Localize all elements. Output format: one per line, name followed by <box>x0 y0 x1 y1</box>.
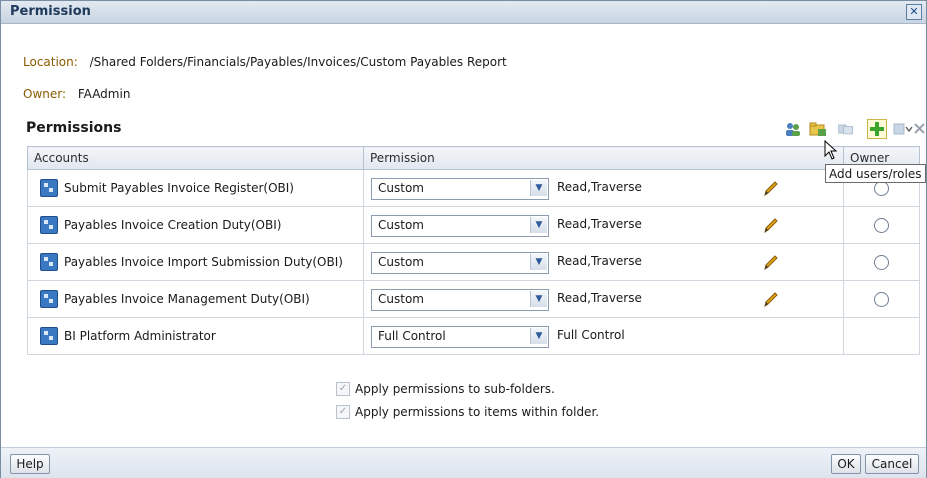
apply-subfolders-label: Apply permissions to sub-folders. <box>355 382 555 396</box>
account-cell: Payables Invoice Creation Duty(OBI) <box>27 206 364 244</box>
account-name: Payables Invoice Management Duty(OBI) <box>64 292 310 306</box>
apply-items-option[interactable]: ✓ Apply permissions to items within fold… <box>336 405 599 419</box>
permissions-heading: Permissions <box>26 120 122 136</box>
apply-subfolders-checkbox[interactable]: ✓ <box>336 382 350 396</box>
delete-icon <box>914 123 925 134</box>
permission-dialog: Permission ✕ Location: /Shared Folders/F… <box>0 0 927 478</box>
role-icon <box>40 290 58 308</box>
permission-rights: Read,Traverse <box>557 180 642 194</box>
apply-items-label: Apply permissions to items within folder… <box>355 405 600 419</box>
location-line: Location: /Shared Folders/Financials/Pay… <box>23 55 507 69</box>
chevron-down-icon[interactable]: ▼ <box>530 254 547 270</box>
permission-value: Custom <box>378 255 424 269</box>
permission-cell: Full Control ▼ Full Control <box>363 317 844 355</box>
mouse-cursor-icon <box>824 140 838 160</box>
owner-cell <box>843 317 920 355</box>
pencil-icon[interactable] <box>761 252 781 272</box>
role-icon <box>40 216 58 234</box>
permission-select[interactable]: Custom ▼ <box>371 215 549 237</box>
permission-cell: Custom ▼ Read,Traverse <box>363 169 844 207</box>
table-row[interactable]: Payables Invoice Management Duty(OBI) Cus… <box>27 280 920 318</box>
owner-radio[interactable] <box>874 254 889 270</box>
owner-cell <box>843 206 920 244</box>
permissions-table: Accounts Permission Owner Submit Payable… <box>27 146 920 355</box>
add-icon[interactable] <box>867 119 887 139</box>
owner-radio[interactable] <box>874 291 889 307</box>
owner-cell <box>843 243 920 281</box>
pencil-icon[interactable] <box>761 289 781 309</box>
owner-line: Owner: FAAdmin <box>23 87 130 101</box>
permission-cell: Custom ▼ Read,Traverse <box>363 243 844 281</box>
dialog-title: Permission <box>10 4 91 19</box>
permission-select[interactable]: Custom ▼ <box>371 178 549 200</box>
folder-icon[interactable] <box>809 121 827 137</box>
chevron-down-icon[interactable]: ▼ <box>530 328 547 344</box>
paste-icon <box>893 123 905 135</box>
role-icon <box>40 253 58 271</box>
account-name: Submit Payables Invoice Register(OBI) <box>64 181 294 195</box>
permission-select[interactable]: Full Control ▼ <box>371 326 549 348</box>
location-value: /Shared Folders/Financials/Payables/Invo… <box>89 55 507 69</box>
table-row[interactable]: BI Platform Administrator Full Control ▼ Fu… <box>27 317 920 355</box>
permission-select[interactable]: Custom ▼ <box>371 289 549 311</box>
role-icon <box>40 327 58 345</box>
permission-value: Custom <box>378 292 424 306</box>
account-cell: Payables Invoice Import Submission Duty(… <box>27 243 364 281</box>
apply-items-checkbox[interactable]: ✓ <box>336 405 350 419</box>
close-icon[interactable]: ✕ <box>906 4 922 20</box>
users-icon[interactable] <box>784 121 802 137</box>
owner-radio[interactable] <box>874 217 889 233</box>
copy-icon <box>838 124 853 135</box>
owner-value: FAAdmin <box>77 87 131 101</box>
dialog-footer <box>1 447 926 478</box>
owner-label: Owner: <box>23 87 67 101</box>
account-name: BI Platform Administrator <box>64 329 216 343</box>
account-name: Payables Invoice Import Submission Duty(… <box>64 255 343 269</box>
dropdown-icon[interactable] <box>905 121 913 137</box>
table-row[interactable]: Submit Payables Invoice Register(OBI) Cus… <box>27 169 920 207</box>
title-bar: Permission ✕ <box>1 1 926 24</box>
permission-select[interactable]: Custom ▼ <box>371 252 549 274</box>
header-permission: Permission <box>363 146 844 170</box>
chevron-down-icon[interactable]: ▼ <box>530 180 547 196</box>
account-cell: Payables Invoice Management Duty(OBI) <box>27 280 364 318</box>
ok-button[interactable]: OK <box>831 454 861 474</box>
table-row[interactable]: Payables Invoice Creation Duty(OBI) Custo… <box>27 206 920 244</box>
permission-value: Custom <box>378 181 424 195</box>
chevron-down-icon[interactable]: ▼ <box>530 291 547 307</box>
role-icon <box>40 179 58 197</box>
account-cell: BI Platform Administrator <box>27 317 364 355</box>
permission-rights: Read,Traverse <box>557 291 642 305</box>
permission-value: Full Control <box>378 329 446 343</box>
location-label: Location: <box>23 55 78 69</box>
permission-rights: Read,Traverse <box>557 254 642 268</box>
permission-rights: Full Control <box>557 328 625 342</box>
permission-rights: Read,Traverse <box>557 217 642 231</box>
cancel-button[interactable]: Cancel <box>865 454 919 474</box>
help-button[interactable]: Help <box>10 454 50 474</box>
account-cell: Submit Payables Invoice Register(OBI) <box>27 169 364 207</box>
pencil-icon[interactable] <box>761 215 781 235</box>
account-name: Payables Invoice Creation Duty(OBI) <box>64 218 282 232</box>
apply-subfolders-option[interactable]: ✓ Apply permissions to sub-folders. <box>336 382 555 396</box>
table-row[interactable]: Payables Invoice Import Submission Duty(… <box>27 243 920 281</box>
pencil-icon[interactable] <box>761 178 781 198</box>
owner-cell <box>843 280 920 318</box>
permission-cell: Custom ▼ Read,Traverse <box>363 206 844 244</box>
permission-value: Custom <box>378 218 424 232</box>
header-accounts: Accounts <box>27 146 364 170</box>
chevron-down-icon[interactable]: ▼ <box>530 217 547 233</box>
permission-cell: Custom ▼ Read,Traverse <box>363 280 844 318</box>
add-users-tooltip: Add users/roles <box>825 164 926 183</box>
